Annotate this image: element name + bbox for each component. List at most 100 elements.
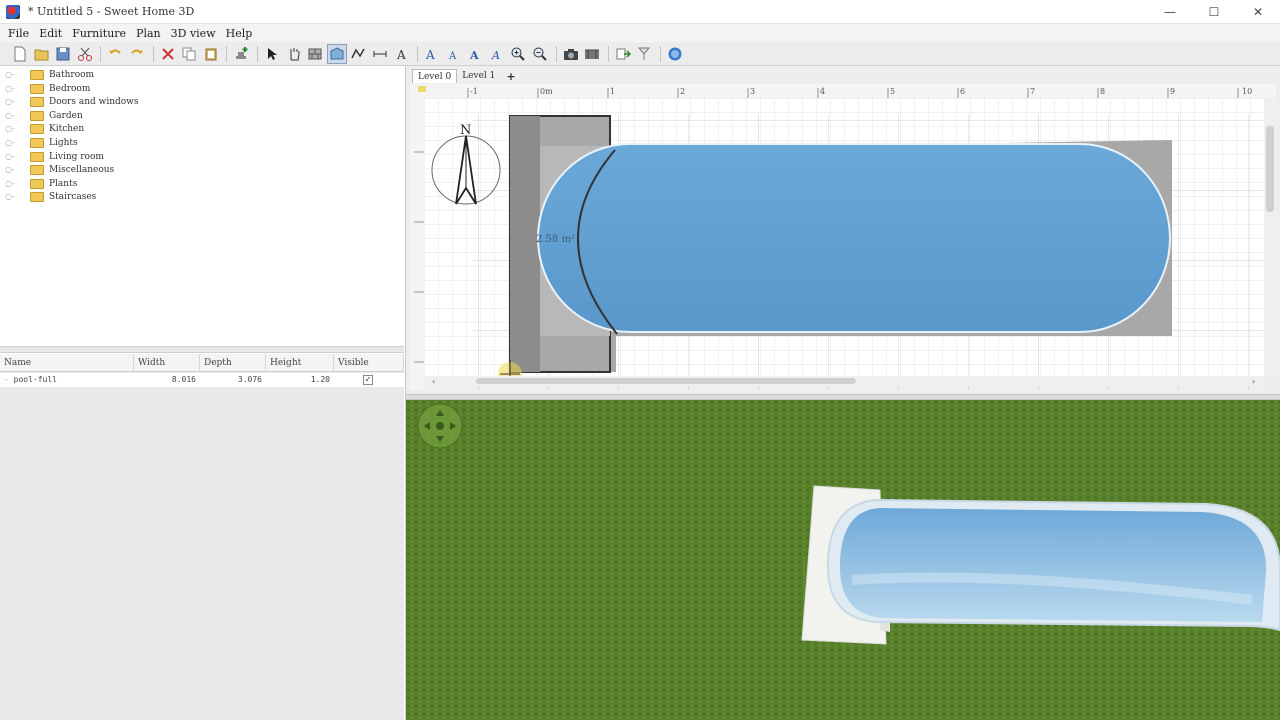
- furniture-list: Name Width Depth Height Visible - pool-f…: [0, 354, 404, 720]
- create-labels-icon[interactable]: A: [392, 44, 412, 64]
- folder-icon: [30, 137, 44, 148]
- pan-icon[interactable]: [284, 44, 304, 64]
- create-dimensions-icon[interactable]: [370, 44, 390, 64]
- plan-vertical-scroll-thumb[interactable]: [1266, 126, 1274, 212]
- catalog-category-bedroom[interactable]: ○- Bedroom: [4, 82, 90, 95]
- cut-icon[interactable]: [75, 44, 95, 64]
- menu-file[interactable]: File: [3, 27, 34, 40]
- svg-text:A: A: [448, 51, 457, 62]
- import-furniture-icon[interactable]: [613, 44, 633, 64]
- scroll-left-icon[interactable]: ‹: [432, 377, 435, 386]
- menu-help[interactable]: Help: [221, 27, 258, 40]
- ruler-label: 4: [820, 87, 825, 96]
- maximize-button[interactable]: ☐: [1192, 0, 1236, 24]
- decrease-text-icon[interactable]: A: [444, 44, 464, 64]
- expand-handle-icon[interactable]: ○-: [4, 70, 16, 80]
- table-row[interactable]: - pool-full 8.016 3.076 1.20 ✓: [0, 373, 404, 387]
- plan-horizontal-scroll-thumb[interactable]: [476, 378, 856, 384]
- expand-handle-icon[interactable]: ○-: [4, 165, 16, 175]
- expand-handle-icon[interactable]: ○-: [4, 111, 16, 121]
- 3d-canvas[interactable]: [406, 400, 1280, 720]
- category-label: Living room: [49, 151, 104, 162]
- catalog-category-living-room[interactable]: ○- Living room: [4, 150, 104, 163]
- import-background-icon[interactable]: [634, 44, 654, 64]
- menu-plan[interactable]: Plan: [131, 27, 166, 40]
- category-label: Bathroom: [49, 69, 95, 80]
- title-bar: * Untitled 5 - Sweet Home 3D — ☐ ✕: [0, 0, 1280, 24]
- category-label: Doors and windows: [49, 96, 139, 107]
- column-height[interactable]: Height: [266, 354, 334, 372]
- catalog-category-garden[interactable]: ○- Garden: [4, 109, 83, 122]
- help-icon[interactable]: [665, 44, 685, 64]
- catalog-category-kitchen[interactable]: ○- Kitchen: [4, 122, 84, 135]
- minimize-button[interactable]: —: [1148, 0, 1192, 24]
- close-button[interactable]: ✕: [1236, 0, 1280, 24]
- visible-checkbox[interactable]: ✓: [363, 375, 373, 385]
- delete-icon[interactable]: [158, 44, 178, 64]
- catalog-category-plants[interactable]: ○- Plants: [4, 177, 77, 190]
- menu-furniture[interactable]: Furniture: [67, 27, 131, 40]
- navigation-arrows-icon[interactable]: [417, 403, 463, 449]
- expand-handle-icon[interactable]: ○-: [4, 152, 16, 162]
- expand-handle-icon[interactable]: ○-: [4, 138, 16, 148]
- copy-icon[interactable]: [179, 44, 199, 64]
- ruler-origin-marker: [418, 86, 426, 92]
- ruler-label: -1: [470, 87, 478, 96]
- new-icon[interactable]: [10, 44, 30, 64]
- catalog-category-doors-and-windows[interactable]: ○- Doors and windows: [4, 95, 139, 108]
- zoom-out-icon[interactable]: [530, 44, 550, 64]
- save-icon[interactable]: [53, 44, 73, 64]
- column-depth[interactable]: Depth: [200, 354, 266, 372]
- menu-bar: File Edit Furniture Plan 3D view Help: [0, 24, 1280, 42]
- increase-text-icon[interactable]: A: [422, 44, 442, 64]
- app-icon: [6, 4, 20, 19]
- catalog-category-lights[interactable]: ○- Lights: [4, 136, 78, 149]
- zoom-in-icon[interactable]: [508, 44, 528, 64]
- menu-3d-view[interactable]: 3D view: [166, 27, 221, 40]
- plan-canvas[interactable]: -1 0m 1 2 3 4 5 6 7 8 9 10 N 2.58 m² ‹ ›: [410, 84, 1276, 390]
- tab-level-0[interactable]: Level 0: [412, 69, 458, 83]
- open-icon[interactable]: [32, 44, 52, 64]
- expand-handle-icon[interactable]: ○-: [4, 97, 16, 107]
- menu-edit[interactable]: Edit: [34, 27, 67, 40]
- ruler-label: 7: [1030, 87, 1035, 96]
- folder-icon: [30, 191, 44, 202]
- column-width[interactable]: Width: [134, 354, 200, 372]
- catalog-category-miscellaneous[interactable]: ○- Miscellaneous: [4, 163, 114, 176]
- paste-icon[interactable]: [201, 44, 221, 64]
- bold-text-icon[interactable]: A: [465, 44, 485, 64]
- redo-icon[interactable]: [127, 44, 147, 64]
- category-label: Garden: [49, 110, 83, 121]
- column-visible[interactable]: Visible: [334, 354, 404, 372]
- italic-text-icon[interactable]: A: [487, 44, 507, 64]
- category-label: Miscellaneous: [49, 164, 115, 175]
- compass-north-label: N: [460, 123, 471, 138]
- scroll-right-icon[interactable]: ›: [1252, 377, 1255, 386]
- add-furniture-icon[interactable]: [231, 44, 251, 64]
- undo-icon[interactable]: [105, 44, 125, 64]
- add-level-button[interactable]: +: [500, 70, 515, 83]
- left-panel: ○- Bathroom ○- Bedroom ○- Doors and windows…: [0, 66, 406, 720]
- 3d-view[interactable]: [406, 400, 1280, 720]
- create-rooms-icon[interactable]: [326, 43, 347, 64]
- catalog-category-bathroom[interactable]: ○- Bathroom: [4, 68, 94, 81]
- left-splitter[interactable]: [0, 346, 404, 353]
- expand-handle-icon[interactable]: ○-: [4, 179, 16, 189]
- pool-water[interactable]: [537, 143, 1171, 333]
- tab-level-1[interactable]: Level 1: [457, 69, 500, 83]
- expand-handle-icon[interactable]: ○-: [4, 84, 16, 94]
- create-walls-icon[interactable]: [305, 44, 325, 64]
- folder-icon: [30, 110, 44, 121]
- create-video-icon[interactable]: [582, 44, 602, 64]
- catalog-category-staircases[interactable]: ○- Staircases: [4, 190, 96, 203]
- folder-icon: [30, 164, 44, 175]
- column-name[interactable]: Name: [0, 354, 134, 372]
- pool-name-cell: - pool-full: [0, 373, 134, 387]
- expand-handle-icon[interactable]: ○-: [4, 124, 16, 134]
- select-icon[interactable]: [262, 44, 282, 64]
- create-photo-icon[interactable]: [561, 44, 581, 64]
- folder-icon: [30, 151, 44, 162]
- expand-handle-icon[interactable]: ○-: [4, 192, 16, 202]
- create-polylines-icon[interactable]: [348, 44, 368, 64]
- ruler-label: 2: [680, 87, 685, 96]
